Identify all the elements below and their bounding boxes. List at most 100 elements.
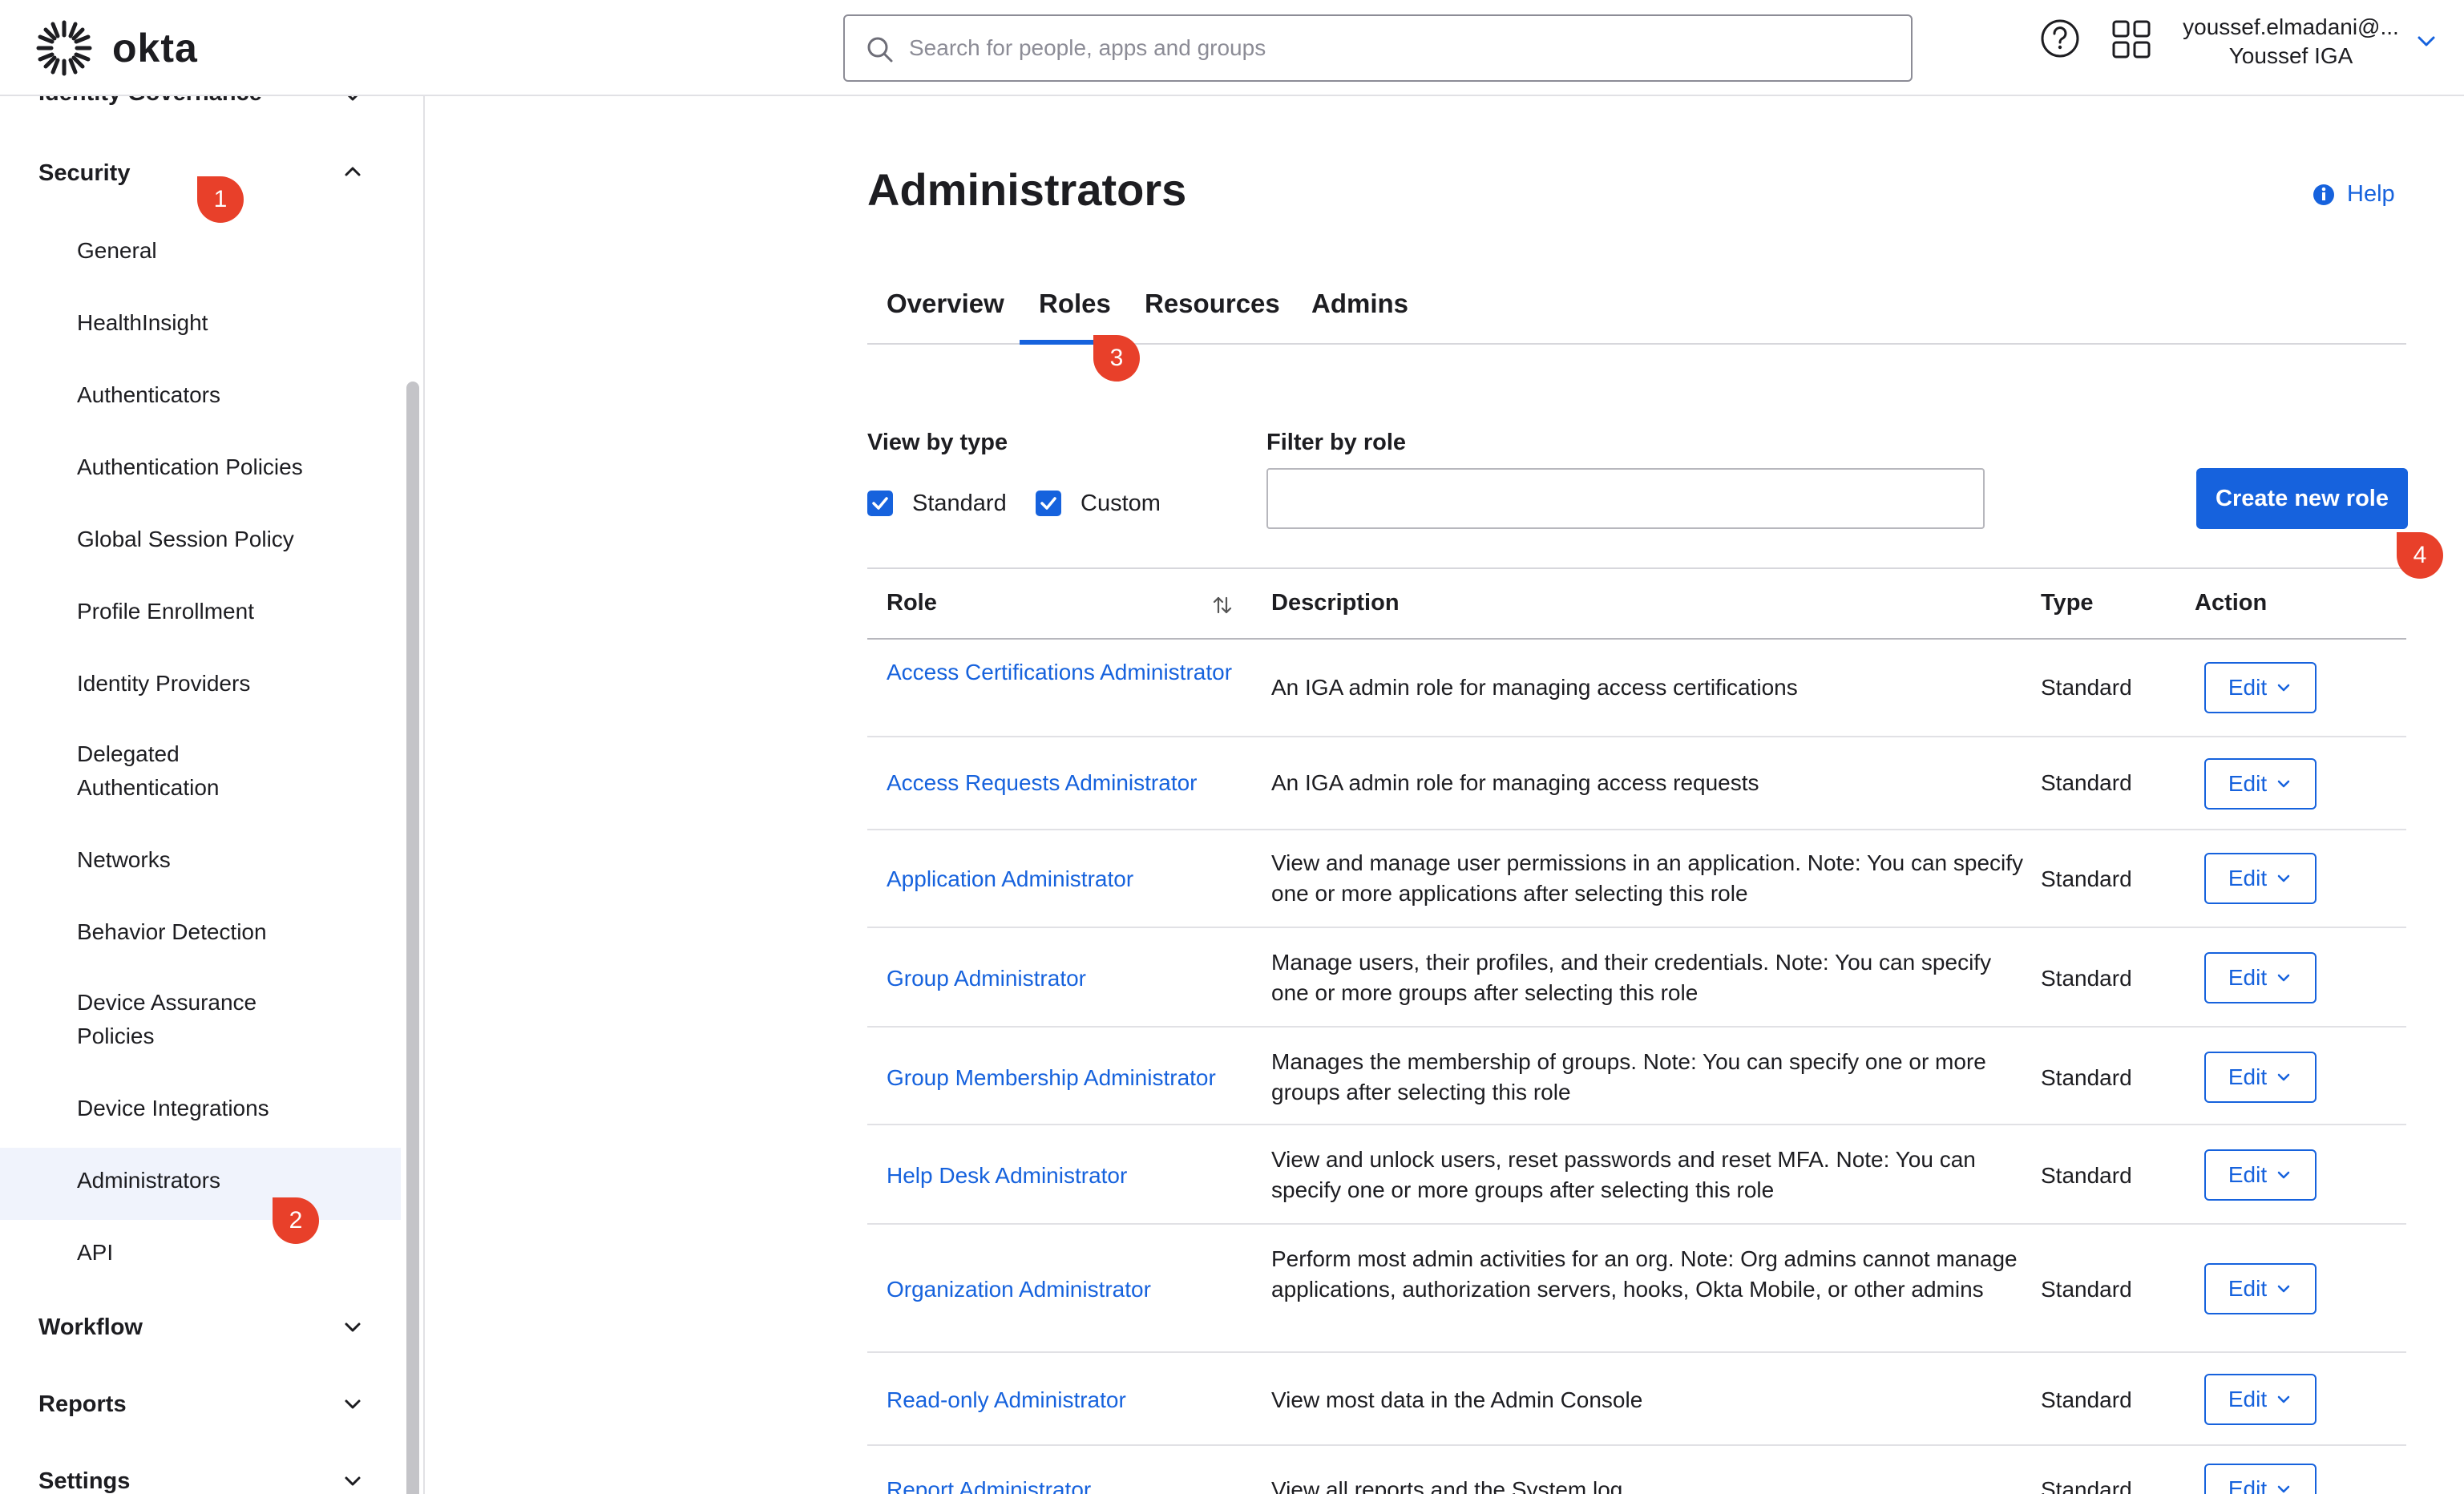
tab-overview[interactable]: Overview — [887, 289, 1004, 319]
role-link[interactable]: Help Desk Administrator — [887, 1161, 1247, 1191]
edit-dropdown-button[interactable]: Edit — [2204, 1149, 2317, 1201]
chevron-up-icon[interactable] — [338, 157, 367, 186]
chevron-down-icon — [2277, 1485, 2290, 1493]
edit-dropdown-button[interactable]: Edit — [2204, 1464, 2317, 1494]
sidebar-item-healthinsight[interactable]: HealthInsight — [77, 306, 366, 340]
custom-checkbox-label[interactable]: Custom — [1081, 491, 1161, 517]
okta-logo[interactable]: okta — [35, 19, 198, 77]
edit-label: Edit — [2228, 1276, 2268, 1301]
sidebar-item-authenticators[interactable]: Authenticators — [77, 378, 366, 412]
role-type: Standard — [2041, 1387, 2132, 1412]
table-row: Access Certifications Administrator An I… — [867, 640, 2406, 737]
step-marker-3: 3 — [1093, 335, 1140, 382]
chevron-down-icon — [2277, 684, 2290, 692]
sidebar-section-security[interactable]: Security — [38, 160, 130, 187]
role-type: Standard — [2041, 1065, 2132, 1090]
help-label: Help — [2347, 181, 2395, 207]
role-link[interactable]: Report Administrator — [887, 1475, 1247, 1494]
role-link[interactable]: Access Requests Administrator — [887, 768, 1247, 798]
sidebar-scrollbar-thumb[interactable] — [406, 382, 419, 1494]
role-description: Manages the membership of groups. Note: … — [1271, 1049, 1986, 1104]
chevron-down-icon — [2277, 974, 2290, 982]
role-link[interactable]: Access Certifications Administrator — [887, 657, 1247, 688]
standard-checkbox[interactable] — [867, 491, 893, 516]
chevron-down-icon[interactable] — [338, 96, 367, 111]
tab-resources[interactable]: Resources — [1145, 289, 1280, 319]
chevron-down-icon — [2277, 874, 2290, 882]
role-description: An IGA admin role for managing access ce… — [1271, 675, 1798, 700]
sidebar-item-administrators[interactable]: Administrators — [77, 1164, 366, 1197]
sidebar-section-reports[interactable]: Reports — [38, 1391, 127, 1418]
sidebar-item-profile-enrollment[interactable]: Profile Enrollment — [77, 595, 366, 628]
sidebar-item-general[interactable]: General — [77, 234, 366, 268]
edit-label: Edit — [2228, 965, 2268, 990]
role-link[interactable]: Organization Administrator — [887, 1274, 1247, 1305]
create-new-role-button[interactable]: Create new role — [2196, 468, 2408, 529]
column-header-role[interactable]: Role — [887, 590, 937, 616]
table-row: Group Administrator Manage users, their … — [867, 928, 2406, 1028]
sidebar-item-behavior-detection[interactable]: Behavior Detection — [77, 915, 366, 949]
help-circle-icon[interactable] — [2039, 18, 2081, 59]
step-marker-2: 2 — [273, 1197, 319, 1244]
filter-by-role-input[interactable] — [1266, 468, 1985, 529]
sidebar-section-settings[interactable]: Settings — [38, 1468, 130, 1494]
edit-dropdown-button[interactable]: Edit — [2204, 853, 2317, 904]
sidebar-section-workflow[interactable]: Workflow — [38, 1314, 143, 1341]
column-header-action: Action — [2195, 590, 2268, 616]
role-description: Manage users, their profiles, and their … — [1271, 950, 1992, 1005]
chevron-down-icon[interactable] — [338, 1467, 367, 1494]
sidebar-item-identity-providers[interactable]: Identity Providers — [77, 667, 366, 701]
chevron-down-icon — [2277, 780, 2290, 788]
table-row: Access Requests Administrator An IGA adm… — [867, 737, 2406, 830]
tab-roles[interactable]: Roles — [1039, 289, 1111, 319]
role-type: Standard — [2041, 1163, 2132, 1188]
sidebar-item-device-integrations[interactable]: Device Integrations — [77, 1092, 366, 1125]
sidebar-item-delegated-authentication[interactable]: Delegated Authentication — [77, 737, 261, 805]
chevron-down-icon[interactable] — [338, 1313, 367, 1342]
global-search[interactable] — [843, 14, 1913, 82]
sidebar-item-device-assurance-policies[interactable]: Device Assurance Policies — [77, 986, 293, 1053]
edit-label: Edit — [2228, 675, 2268, 700]
edit-dropdown-button[interactable]: Edit — [2204, 952, 2317, 1003]
table-row: Organization Administrator Perform most … — [867, 1225, 2406, 1353]
sidebar-item-api[interactable]: API — [77, 1236, 366, 1270]
sidebar-item-global-session-policy[interactable]: Global Session Policy — [77, 523, 366, 556]
role-link[interactable]: Group Administrator — [887, 963, 1247, 994]
role-link[interactable]: Application Administrator — [887, 864, 1247, 894]
table-row: Report Administrator View all reports an… — [867, 1446, 2406, 1494]
role-type: Standard — [2041, 770, 2132, 795]
role-link[interactable]: Group Membership Administrator — [887, 1063, 1247, 1093]
user-menu[interactable]: youssef.elmadani@... Youssef IGA — [2179, 13, 2403, 71]
step-marker-4: 4 — [2397, 532, 2443, 579]
checkmark-icon — [1040, 497, 1056, 510]
chevron-down-icon[interactable] — [2413, 27, 2440, 55]
role-type: Standard — [2041, 675, 2132, 700]
table-row: Help Desk Administrator View and unlock … — [867, 1125, 2406, 1225]
info-icon — [2313, 184, 2334, 205]
page-title: Administrators — [867, 164, 1187, 215]
view-by-type-label: View by type — [867, 430, 1008, 455]
edit-dropdown-button[interactable]: Edit — [2204, 662, 2317, 713]
standard-checkbox-label[interactable]: Standard — [912, 491, 1007, 517]
chevron-down-icon — [2277, 1285, 2290, 1293]
sidebar-item-authentication-policies[interactable]: Authentication Policies — [77, 450, 366, 484]
help-link[interactable]: Help — [2312, 181, 2395, 208]
role-description: View and unlock users, reset passwords a… — [1271, 1147, 1976, 1202]
edit-dropdown-button[interactable]: Edit — [2204, 758, 2317, 810]
role-description: View and manage user permissions in an a… — [1271, 850, 2024, 906]
edit-dropdown-button[interactable]: Edit — [2204, 1263, 2317, 1314]
tab-admins[interactable]: Admins — [1311, 289, 1408, 319]
custom-checkbox[interactable] — [1036, 491, 1061, 516]
role-link[interactable]: Read-only Administrator — [887, 1385, 1247, 1415]
sort-icon[interactable] — [1210, 593, 1234, 617]
search-input[interactable] — [909, 16, 1887, 80]
chevron-down-icon — [2277, 1171, 2290, 1179]
checkmark-icon — [872, 497, 888, 510]
edit-label: Edit — [2228, 1476, 2268, 1494]
edit-dropdown-button[interactable]: Edit — [2204, 1052, 2317, 1103]
sidebar-section-identity-governance[interactable]: Identity Governance — [38, 96, 262, 107]
app-grid-icon[interactable] — [2111, 19, 2151, 59]
sidebar-item-networks[interactable]: Networks — [77, 843, 366, 877]
chevron-down-icon[interactable] — [338, 1390, 367, 1419]
edit-dropdown-button[interactable]: Edit — [2204, 1374, 2317, 1425]
